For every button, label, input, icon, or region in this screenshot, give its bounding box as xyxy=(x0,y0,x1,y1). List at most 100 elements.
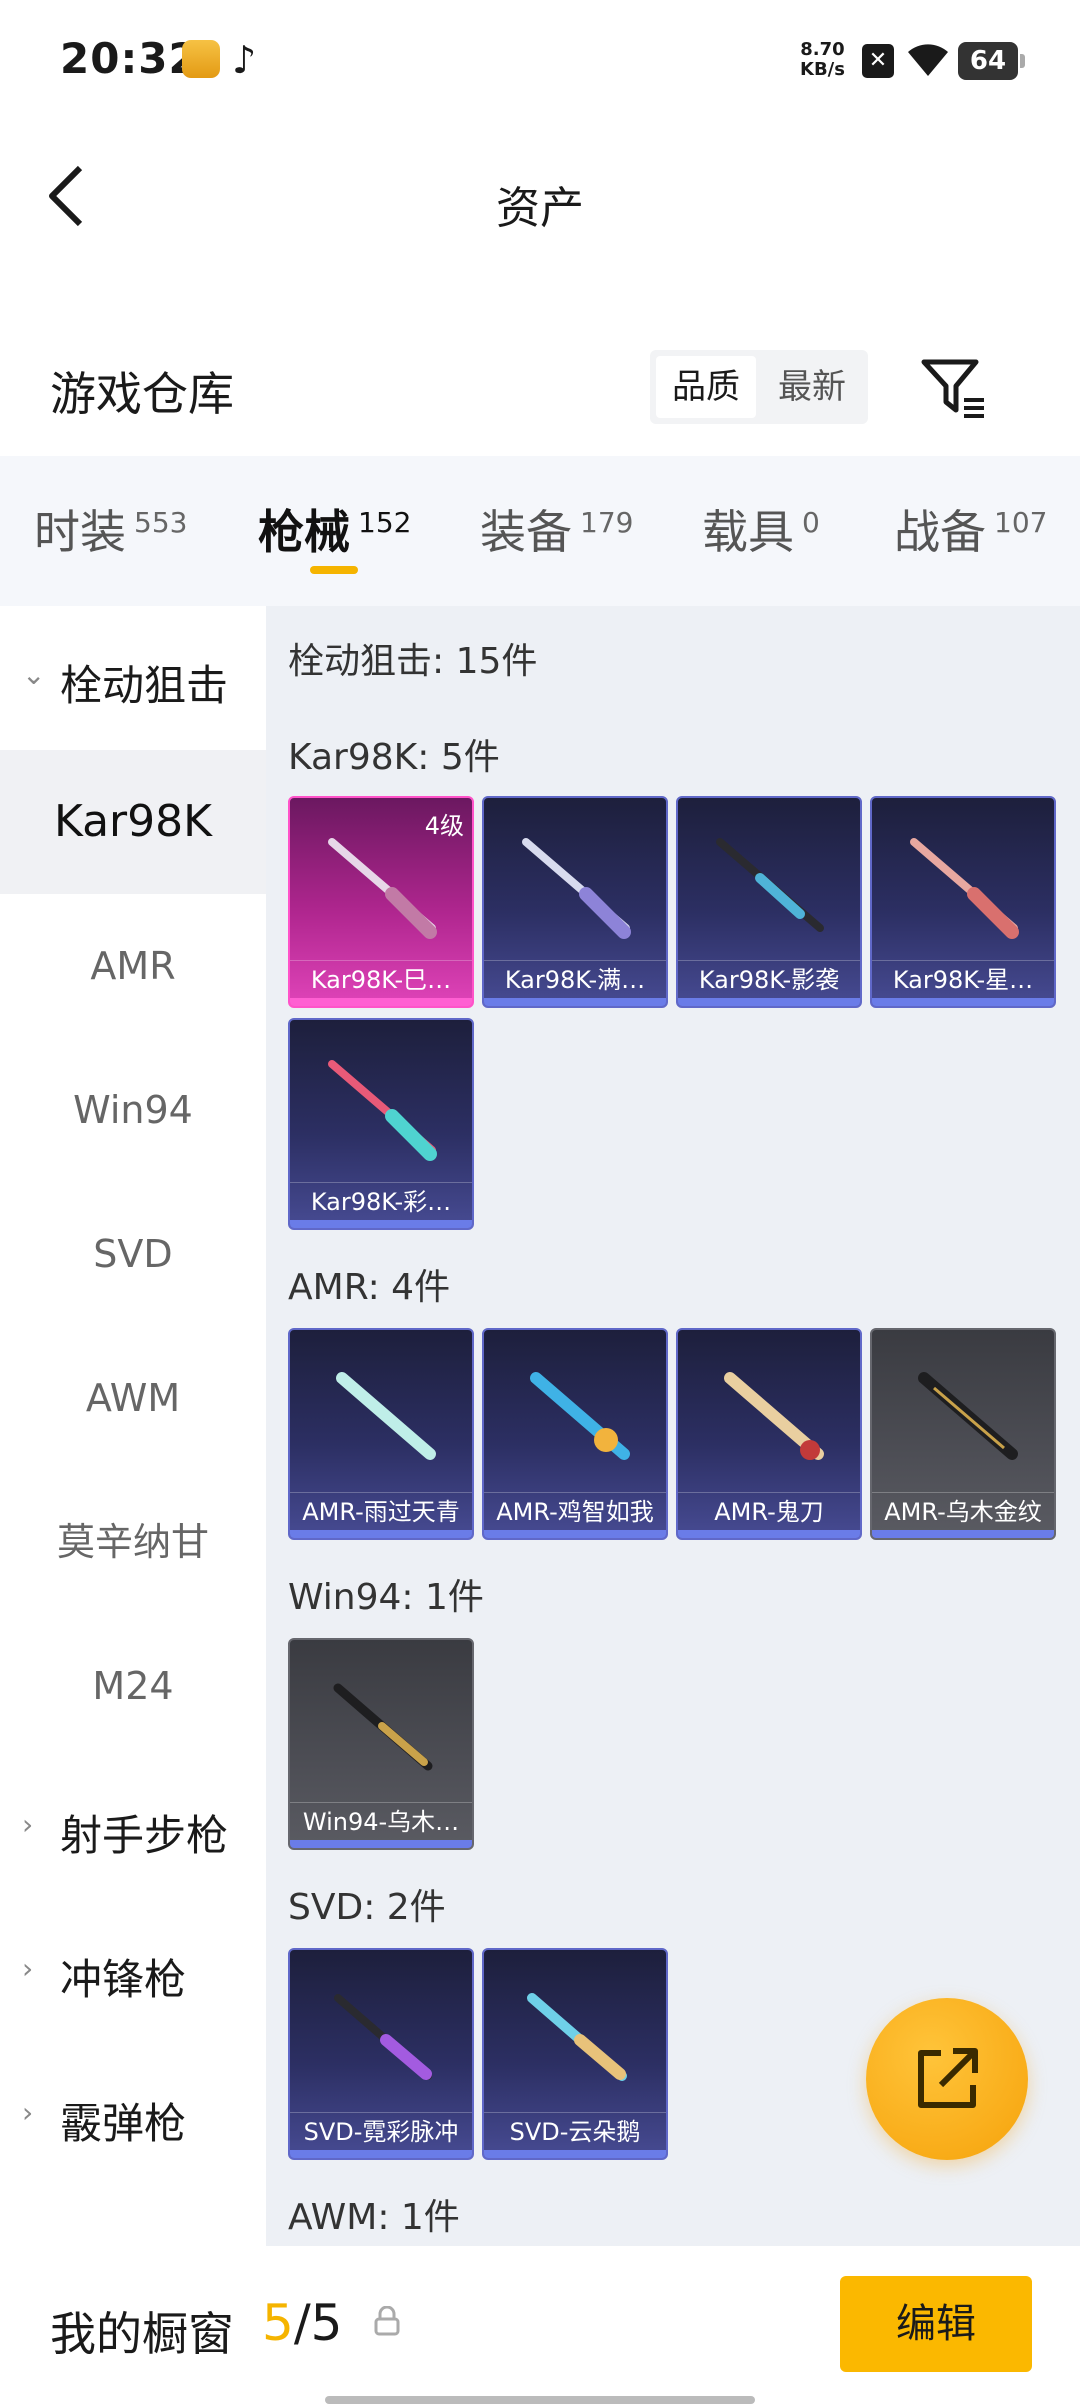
rifle-icon xyxy=(334,1994,432,2080)
rifle-icon xyxy=(724,1372,824,1460)
sidebar-category-bolt-sniper[interactable]: ⌄ 栓动狙击 xyxy=(0,606,266,746)
sidebar-item-kar98k[interactable]: Kar98K xyxy=(0,750,266,894)
showcase-count-current: 5 xyxy=(262,2294,294,2352)
item-card[interactable]: Kar98K-满… xyxy=(482,796,668,1008)
item-name: Kar98K-巳… xyxy=(290,960,472,998)
sidebar-item-svd[interactable]: SVD xyxy=(0,1182,266,1326)
item-name: Kar98K-星… xyxy=(872,960,1054,998)
x-icon: ✕ xyxy=(862,44,894,78)
category-header: 栓动狙击: 15件 xyxy=(288,641,538,682)
tab-count: 553 xyxy=(134,505,188,539)
item-name: Kar98K-影袭 xyxy=(678,960,860,998)
sidebar-item-m24[interactable]: M24 xyxy=(0,1614,266,1758)
net-speed: 8.70 KB/s xyxy=(800,40,845,80)
showcase-count: 5/5 xyxy=(262,2294,342,2352)
rifle-icon xyxy=(527,1993,627,2081)
status-time: 20:32 xyxy=(60,34,199,83)
item-name: SVD-霓彩脉冲 xyxy=(290,2112,472,2150)
item-card[interactable]: Kar98K-影袭 xyxy=(676,796,862,1008)
tab-supplies[interactable]: 战备 107 xyxy=(894,496,1047,562)
chevron-right-icon: › xyxy=(22,1952,34,1985)
item-card[interactable]: SVD-霓彩脉冲 xyxy=(288,1948,474,2160)
rarity-bar xyxy=(290,1220,472,1228)
page-title: 资产 xyxy=(496,183,584,234)
item-name: Win94-乌木… xyxy=(290,1802,472,1840)
tab-label: 装备 xyxy=(480,505,572,559)
tiktok-icon: ♪ xyxy=(232,38,257,82)
showcase-count-separator: / xyxy=(293,2294,311,2352)
rarity-bar xyxy=(290,2150,472,2158)
item-name: Kar98K-彩… xyxy=(290,1182,472,1220)
edit-button[interactable]: 编辑 xyxy=(840,2276,1032,2372)
item-name: AMR-鬼刀 xyxy=(678,1492,860,1530)
sidebar-category-label: 射手步枪 xyxy=(60,1811,229,1860)
sidebar: ⌄ 栓动狙击 Kar98K AMR Win94 SVD AWM 莫辛纳甘 M24… xyxy=(0,606,266,2246)
sidebar-category-marksman[interactable]: › 射手步枪 xyxy=(0,1756,266,1896)
sort-toggle: 品质 最新 xyxy=(650,350,868,424)
item-card[interactable]: Win94-乌木… xyxy=(288,1638,474,1850)
tab-count: 0 xyxy=(802,505,820,539)
filter-button[interactable] xyxy=(920,356,988,420)
sidebar-category-smg[interactable]: › 冲锋枪 xyxy=(0,1900,266,2040)
battery-icon: 64 xyxy=(958,42,1025,80)
sidebar-category-label: 冲锋枪 xyxy=(60,1955,187,2004)
item-card[interactable]: AMR-雨过天青 xyxy=(288,1328,474,1540)
net-speed-unit: KB/s xyxy=(800,59,845,80)
tab-label: 载具 xyxy=(702,505,794,559)
sort-option-quality[interactable]: 品质 xyxy=(656,356,756,418)
tab-count: 152 xyxy=(358,505,412,539)
rarity-bar xyxy=(484,998,666,1006)
share-external-icon xyxy=(918,2048,978,2108)
rarity-bar xyxy=(290,1530,472,1538)
item-card[interactable]: 4级 Kar98K-巳… xyxy=(288,796,474,1008)
app-notification-icon xyxy=(182,40,220,78)
group-title: Win94: 1件 xyxy=(288,1577,484,1618)
lock-icon xyxy=(374,2306,400,2336)
item-name: AMR-鸡智如我 xyxy=(484,1492,666,1530)
rarity-bar xyxy=(484,2150,666,2158)
item-card[interactable]: Kar98K-星… xyxy=(870,796,1056,1008)
showcase-label: 我的橱窗 xyxy=(50,2307,234,2361)
sidebar-category-shotgun[interactable]: › 霰弹枪 xyxy=(0,2044,266,2184)
showcase-count-total: 5 xyxy=(310,2294,343,2352)
tab-fashion[interactable]: 时装 553 xyxy=(34,496,187,562)
group-title: AMR: 4件 xyxy=(288,1267,451,1308)
tab-guns[interactable]: 枪械 152 xyxy=(258,496,411,562)
rifle-icon xyxy=(530,1372,630,1460)
rarity-bar xyxy=(678,1530,860,1538)
rarity-bar xyxy=(872,998,1054,1006)
item-name: Kar98K-满… xyxy=(484,960,666,998)
chevron-down-icon: ⌄ xyxy=(22,658,46,691)
home-indicator[interactable] xyxy=(325,2396,755,2404)
item-card[interactable]: AMR-乌木金纹 xyxy=(870,1328,1056,1540)
wifi-icon xyxy=(908,44,948,76)
tab-label: 枪械 xyxy=(258,505,350,559)
tab-label: 时装 xyxy=(34,505,126,559)
rifle-icon xyxy=(716,838,824,932)
rarity-bar xyxy=(290,1840,472,1848)
sidebar-item-amr[interactable]: AMR xyxy=(0,894,266,1038)
tab-count: 107 xyxy=(994,505,1048,539)
sort-option-newest[interactable]: 最新 xyxy=(762,356,862,418)
filter-icon xyxy=(921,359,984,418)
tab-vehicles[interactable]: 载具 0 xyxy=(702,496,820,562)
sidebar-item-mosin[interactable]: 莫辛纳甘 xyxy=(0,1470,266,1614)
sidebar-item-win94[interactable]: Win94 xyxy=(0,1038,266,1182)
tab-equipment[interactable]: 装备 179 xyxy=(480,496,633,562)
item-card[interactable]: Kar98K-彩… xyxy=(288,1018,474,1230)
rifle-icon xyxy=(328,838,437,939)
rifle-icon xyxy=(328,1060,437,1161)
share-button[interactable] xyxy=(866,1998,1028,2160)
item-card[interactable]: AMR-鬼刀 xyxy=(676,1328,862,1540)
rifle-icon xyxy=(336,1372,436,1460)
item-card[interactable]: AMR-鸡智如我 xyxy=(482,1328,668,1540)
active-tab-indicator xyxy=(310,566,358,574)
item-card[interactable]: SVD-云朵鹅 xyxy=(482,1948,668,2160)
rifle-icon xyxy=(918,1372,1018,1460)
sidebar-item-awm[interactable]: AWM xyxy=(0,1326,266,1470)
sidebar-category-label: 霰弹枪 xyxy=(60,2099,187,2148)
warehouse-title: 游戏仓库 xyxy=(50,367,234,421)
sidebar-category-label: 栓动狙击 xyxy=(60,661,229,710)
category-tabs: 时装 553 枪械 152 装备 179 载具 0 战备 107 xyxy=(0,456,1080,606)
rarity-bar xyxy=(678,998,860,1006)
